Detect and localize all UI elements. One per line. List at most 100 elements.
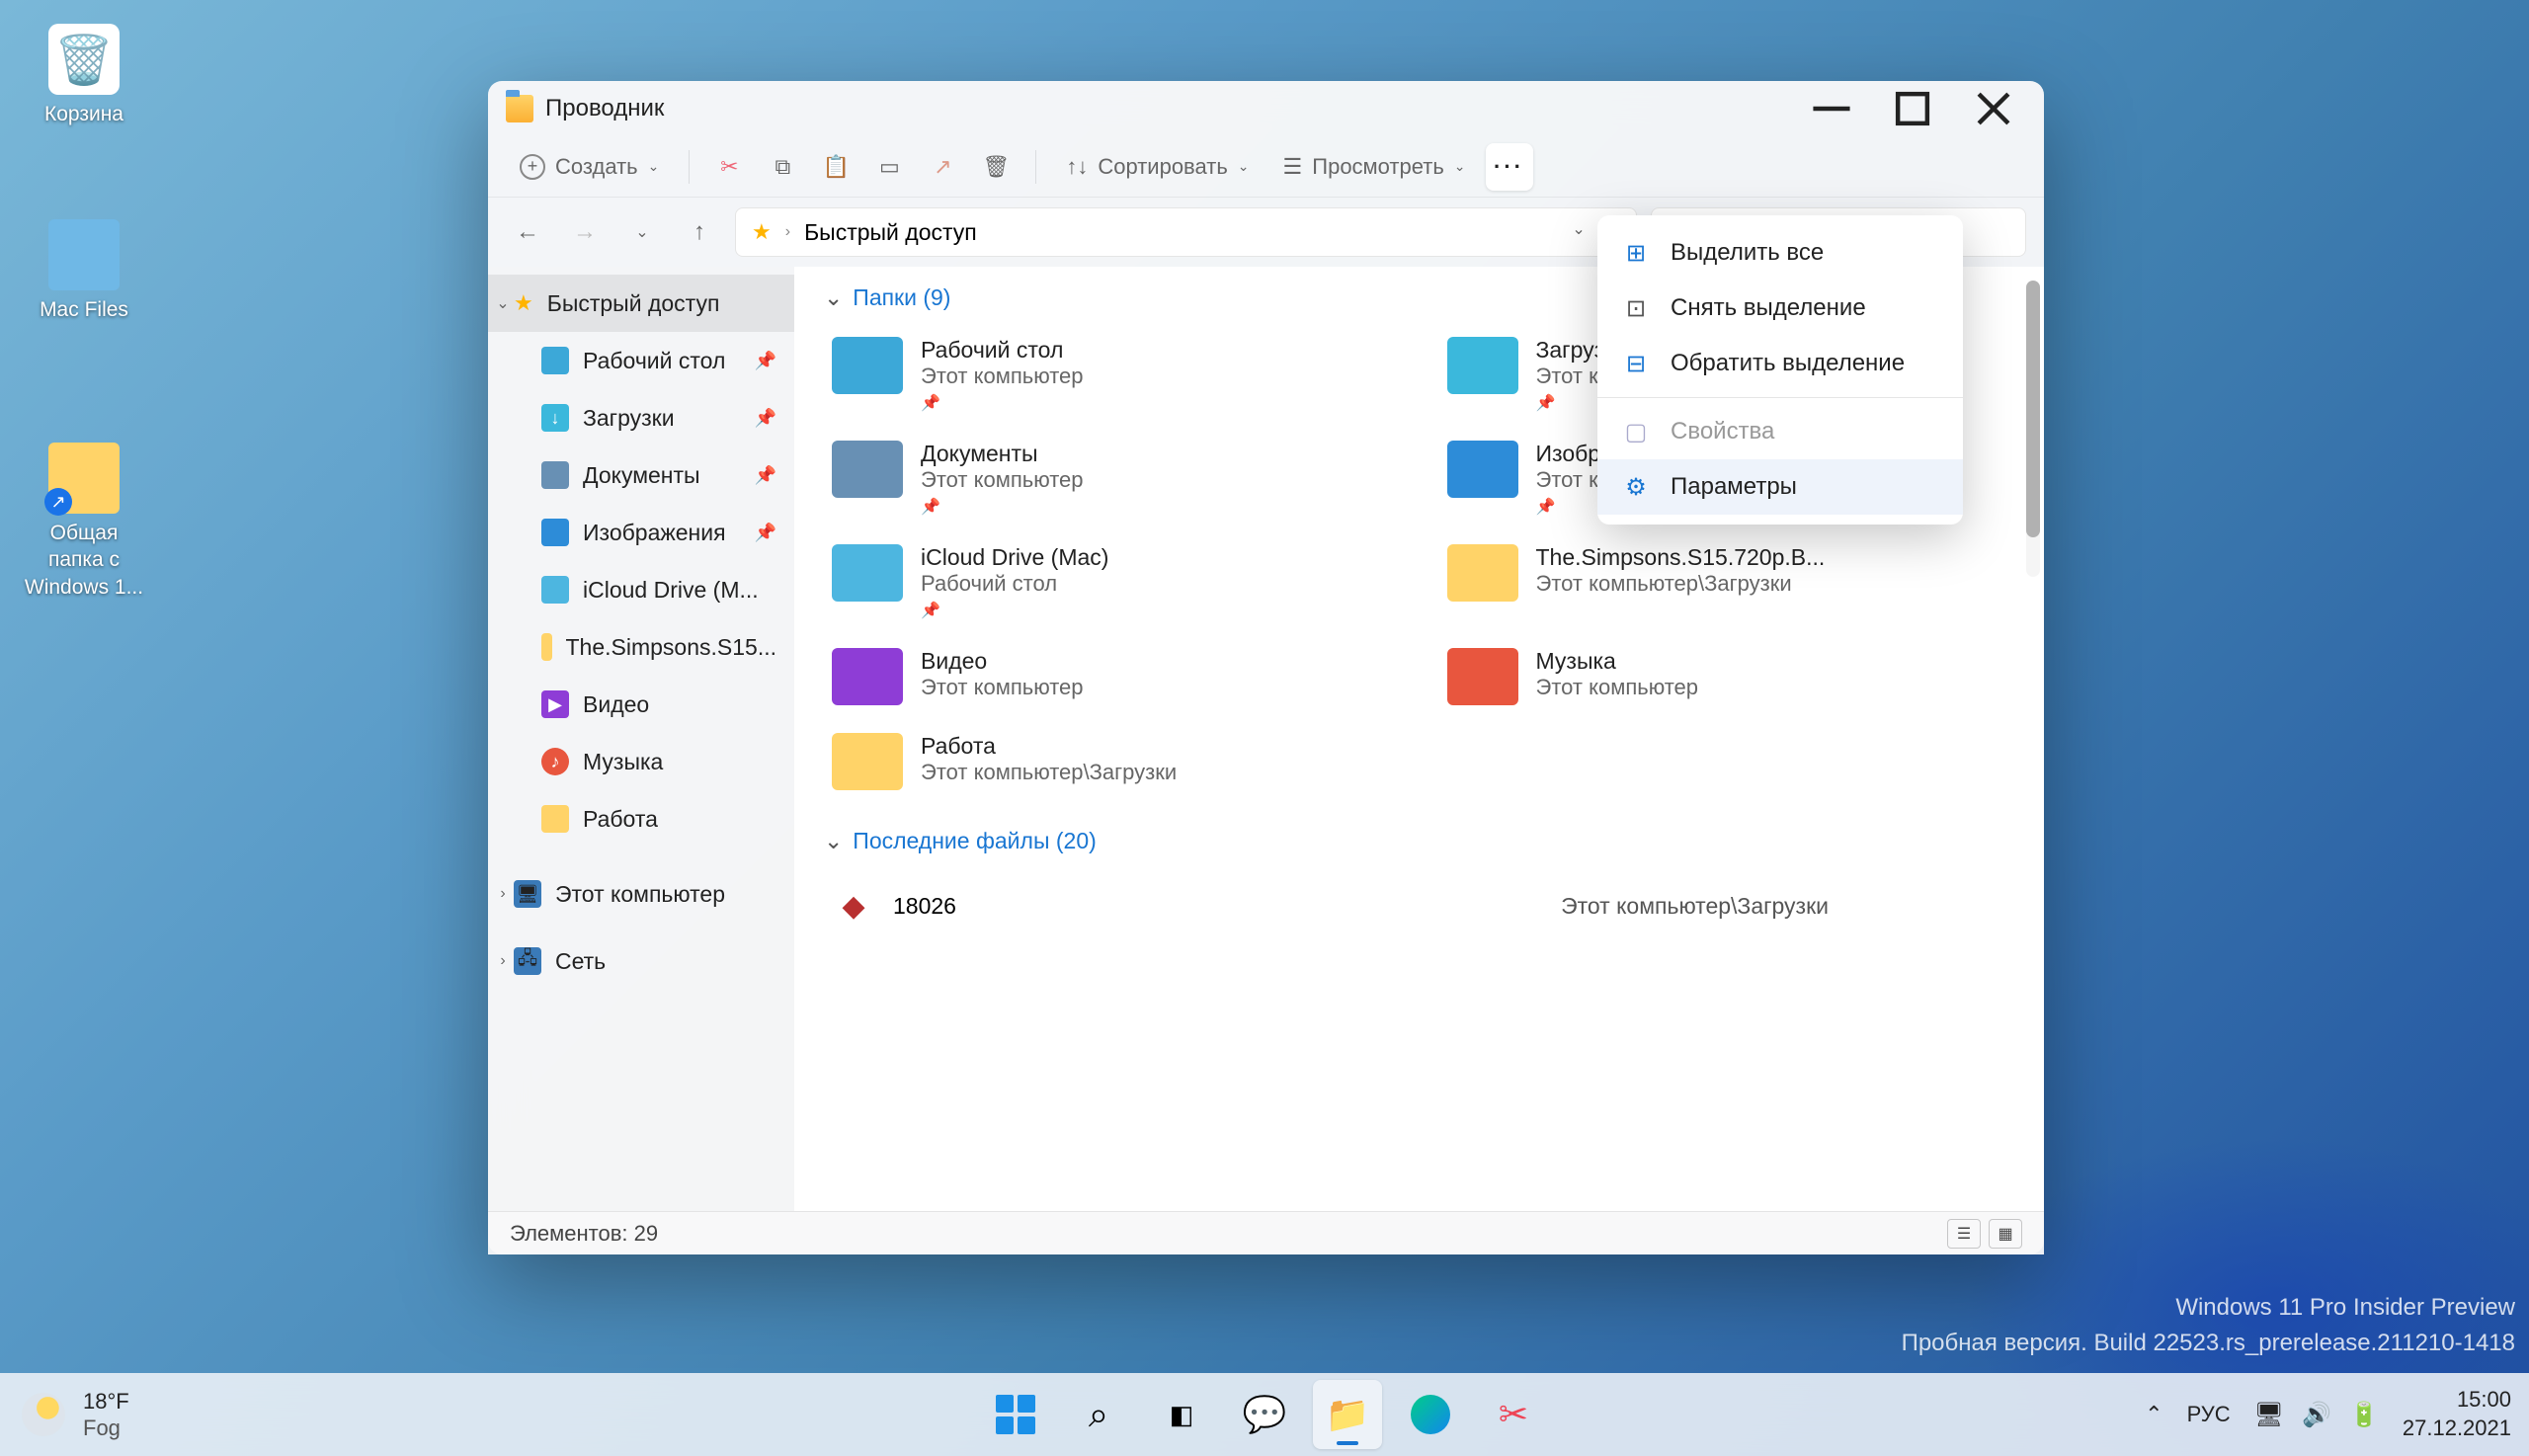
snipping-tool-button[interactable]: ✂ [1479, 1380, 1548, 1449]
tray-chevron-icon[interactable]: ⌃ [2145, 1402, 2162, 1427]
details-view-button[interactable]: ☰ [1947, 1219, 1981, 1249]
downloads-icon: ↓ [541, 404, 569, 432]
more-button[interactable]: ··· [1486, 143, 1533, 191]
view-label: Просмотреть [1312, 154, 1444, 180]
scrollbar-thumb[interactable] [2026, 281, 2040, 537]
options-icon: ⚙ [1621, 472, 1651, 502]
folder-item[interactable]: ВидеоЭтот компьютер [824, 640, 1400, 713]
desktop-icon-shared-folder[interactable]: ↗ Общая папка с Windows 1... [20, 443, 148, 601]
chevron-down-icon[interactable]: ⌄ [494, 293, 512, 313]
scrollbar[interactable] [2026, 281, 2040, 577]
menu-deselect[interactable]: ⊡Снять выделение [1597, 281, 1963, 336]
menu-label: Свойства [1671, 418, 1774, 445]
torrent-file-icon: ◆ [832, 884, 875, 928]
desktop[interactable]: 🗑️ Корзина Mac Files ↗ Общая папка с Win… [0, 0, 2529, 1456]
folder-name: Работа [921, 733, 1177, 760]
start-button[interactable] [981, 1380, 1050, 1449]
paste-button[interactable]: 📋 [812, 143, 859, 191]
folder-item[interactable]: iCloud Drive (Mac)Рабочий стол📌 [824, 536, 1400, 628]
item-count: Элементов: 29 [510, 1221, 658, 1247]
search-icon: ⌕ [1089, 1394, 1108, 1436]
separator [689, 150, 690, 184]
menu-label: Выделить все [1671, 239, 1824, 267]
folder-icon [832, 648, 903, 705]
volume-tray-icon[interactable]: 🔊 [2302, 1401, 2331, 1429]
recent-file-row[interactable]: ◆ 18026 Этот компьютер\Загрузки [824, 872, 2014, 939]
up-button[interactable]: ↑ [678, 210, 721, 254]
history-button[interactable]: ⌄ [620, 210, 664, 254]
explorer-taskbar-button[interactable]: 📁 [1313, 1380, 1382, 1449]
minimize-button[interactable] [1791, 83, 1872, 134]
time: 15:00 [2403, 1386, 2511, 1415]
menu-options[interactable]: ⚙Параметры [1597, 459, 1963, 515]
search-button[interactable]: ⌕ [1064, 1380, 1133, 1449]
titlebar[interactable]: Проводник [488, 81, 2044, 136]
date: 27.12.2021 [2403, 1415, 2511, 1443]
view-button[interactable]: ☰ Просмотреть ⌄ [1269, 143, 1480, 191]
sidebar-documents[interactable]: Документы📌 [488, 446, 794, 504]
folder-item[interactable]: РаботаЭтот компьютер\Загрузки [824, 725, 1400, 798]
sidebar-downloads[interactable]: ↓Загрузки📌 [488, 389, 794, 446]
menu-invert-selection[interactable]: ⊟Обратить выделение [1597, 336, 1963, 391]
shared-folder-icon: ↗ [48, 443, 120, 514]
sidebar-pictures[interactable]: Изображения📌 [488, 504, 794, 561]
taskbar[interactable]: 18°F Fog ⌕ ◧ 💬 📁 ✂ ⌃ РУС 🖥 🔊 🔋 15:00 27.… [0, 1373, 2529, 1456]
sidebar-label: Рабочий стол [583, 348, 725, 374]
dropdown-icon[interactable]: ⌄ [1572, 219, 1585, 246]
sidebar-quick-access[interactable]: ⌄ ★ Быстрый доступ [488, 275, 794, 332]
forward-button[interactable]: → [563, 210, 607, 254]
delete-button[interactable]: 🗑 [972, 143, 1020, 191]
desktop-icon-mac-files[interactable]: Mac Files [20, 219, 148, 323]
chat-button[interactable]: 💬 [1230, 1380, 1299, 1449]
view-icon: ☰ [1283, 154, 1303, 180]
sidebar-work[interactable]: Работа [488, 790, 794, 848]
clock[interactable]: 15:00 27.12.2021 [2403, 1386, 2511, 1442]
sidebar-this-pc[interactable]: ›🖥Этот компьютер [488, 865, 794, 923]
folder-icon [832, 544, 903, 602]
sidebar-label: The.Simpsons.S15... [566, 634, 777, 661]
folder-location: Этот компьютер [921, 675, 1084, 700]
network-tray-icon[interactable]: 🖥 [2254, 1401, 2284, 1429]
maximize-button[interactable] [1872, 83, 1953, 134]
battery-tray-icon[interactable]: 🔋 [2349, 1401, 2379, 1429]
desktop-icon-recycle-bin[interactable]: 🗑️ Корзина [20, 24, 148, 127]
new-button[interactable]: + Создать ⌄ [506, 143, 673, 191]
sidebar-videos[interactable]: ▶Видео [488, 676, 794, 733]
chevron-right-icon[interactable]: › [494, 885, 512, 903]
navigation-pane[interactable]: ⌄ ★ Быстрый доступ Рабочий стол📌 ↓Загруз… [488, 267, 794, 1211]
sidebar-desktop[interactable]: Рабочий стол📌 [488, 332, 794, 389]
sidebar-music[interactable]: ♪Музыка [488, 733, 794, 790]
folder-item[interactable]: ДокументыЭтот компьютер📌 [824, 433, 1400, 525]
weather-icon [22, 1393, 65, 1436]
trash-icon: 🗑 [982, 154, 1010, 180]
folder-item[interactable]: The.Simpsons.S15.720p.B...Этот компьютер… [1439, 536, 2015, 628]
back-button[interactable]: ← [506, 210, 549, 254]
tiles-view-button[interactable]: ▦ [1989, 1219, 2022, 1249]
taskbar-weather[interactable]: 18°F Fog [0, 1388, 129, 1442]
menu-select-all[interactable]: ⊞Выделить все [1597, 225, 1963, 281]
task-view-button[interactable]: ◧ [1147, 1380, 1216, 1449]
sidebar-icloud[interactable]: iCloud Drive (M... [488, 561, 794, 618]
sort-button[interactable]: ↑↓ Сортировать ⌄ [1052, 143, 1263, 191]
language-indicator[interactable]: РУС [2187, 1402, 2231, 1427]
close-button[interactable] [1953, 83, 2034, 134]
menu-properties[interactable]: ▢Свойства [1597, 404, 1963, 459]
system-tray[interactable]: ⌃ РУС 🖥 🔊 🔋 15:00 27.12.2021 [2145, 1386, 2529, 1442]
folder-item[interactable]: МузыкаЭтот компьютер [1439, 640, 2015, 713]
folder-item[interactable]: Рабочий столЭтот компьютер📌 [824, 329, 1400, 421]
address-bar[interactable]: ★ › Быстрый доступ ⌄ ⟳ [735, 207, 1637, 257]
mac-files-label: Mac Files [20, 296, 148, 323]
edge-button[interactable] [1396, 1380, 1465, 1449]
copy-button[interactable]: ⧉ [759, 143, 806, 191]
rename-button[interactable]: ▭ [865, 143, 913, 191]
edge-icon [1411, 1395, 1450, 1434]
recent-section-header[interactable]: ⌄ Последние файлы (20) [824, 828, 2014, 854]
cut-button[interactable]: ✂ [705, 143, 753, 191]
chevron-down-icon: ⌄ [648, 158, 660, 175]
share-button[interactable]: ↗ [919, 143, 966, 191]
sidebar-network[interactable]: ›🖧Сеть [488, 932, 794, 990]
task-view-icon: ◧ [1170, 1400, 1194, 1430]
breadcrumb-current[interactable]: Быстрый доступ [804, 219, 977, 246]
sidebar-simpsons[interactable]: The.Simpsons.S15... [488, 618, 794, 676]
chevron-right-icon[interactable]: › [494, 952, 512, 970]
